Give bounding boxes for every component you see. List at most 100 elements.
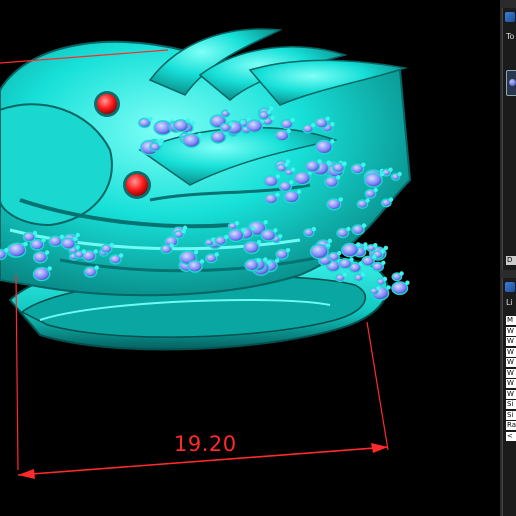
layer-row[interactable]: W: [506, 347, 516, 357]
layer-row[interactable]: W: [506, 337, 516, 346]
gem-stone: [32, 251, 48, 264]
gem-stone: [309, 243, 329, 260]
gem-prong: [59, 234, 65, 239]
gem-prong: [326, 160, 331, 165]
layer-row[interactable]: Si: [506, 400, 516, 409]
layer-row[interactable]: <: [506, 431, 516, 441]
dimension-arrow-right: [371, 443, 388, 453]
gem-prong: [386, 285, 391, 290]
layer-row[interactable]: Ra: [506, 421, 516, 430]
gem-stone: [246, 119, 264, 134]
gem-stone: [293, 171, 311, 186]
layer-panel-title: Li: [506, 298, 513, 307]
gem-prong: [227, 108, 232, 113]
gem-prong: [109, 242, 115, 248]
gem-prong: [296, 189, 302, 194]
gem-prong: [118, 253, 124, 258]
gem-prong: [363, 245, 368, 250]
gem-prong: [263, 257, 268, 262]
gem-prong: [234, 221, 240, 226]
gem-prong: [47, 266, 52, 271]
gem-prong: [169, 243, 174, 248]
gem-prong: [273, 228, 278, 233]
gem-stone: [315, 139, 334, 155]
gem-prong: [397, 171, 402, 177]
ring-model-render: [0, 28, 412, 479]
gem-stone: [7, 242, 27, 258]
gem-prong: [181, 229, 186, 234]
material-sphere-icon: [509, 79, 516, 86]
gem-stone: [274, 129, 290, 142]
gem-prong: [285, 248, 291, 253]
layer-row[interactable]: W: [506, 358, 516, 367]
gem-prong: [290, 117, 295, 123]
gem-prong: [373, 243, 378, 248]
gem-prong: [250, 226, 256, 231]
gem-prong: [361, 223, 367, 228]
gem-prong: [41, 237, 46, 243]
gem-prong: [317, 159, 322, 164]
gem-stone: [391, 281, 409, 296]
gem-stone: [341, 242, 359, 258]
gem-prong: [278, 234, 283, 239]
gem-prong: [405, 280, 410, 285]
gem-stone: [172, 119, 190, 133]
layer-row[interactable]: W: [506, 389, 516, 399]
gem-prong: [342, 272, 347, 277]
gem-stone: [260, 228, 277, 242]
tool-panel[interactable]: To D: [502, 8, 516, 270]
gem-stone: [363, 172, 383, 188]
panel-app-icon: [505, 12, 515, 22]
gem-prong: [256, 239, 262, 245]
gem-prong: [81, 249, 87, 254]
gem-prong: [356, 242, 361, 247]
gem-prong: [186, 118, 191, 123]
gem-prong: [290, 167, 296, 172]
gem-prong: [94, 265, 99, 270]
gem-prong: [158, 141, 163, 146]
layer-row[interactable]: Si: [506, 410, 516, 420]
layer-row[interactable]: W: [506, 368, 516, 378]
gem-prong: [75, 232, 81, 238]
gem-prong: [4, 247, 9, 253]
gem-prong: [275, 174, 281, 179]
gem-prong: [349, 257, 354, 262]
gem-stone: [324, 175, 339, 189]
gem-stone: [283, 190, 300, 204]
gem-prong: [32, 230, 38, 236]
gem-prong: [372, 254, 377, 260]
material-thumbnail[interactable]: [506, 70, 516, 96]
gem-prong: [241, 227, 246, 233]
gem-stone: [263, 174, 279, 188]
gem-prong: [373, 187, 378, 193]
tool-panel-title: To: [506, 32, 515, 41]
gem-stone: [182, 133, 201, 148]
gem-prong: [224, 234, 229, 240]
gem-prong: [346, 226, 351, 232]
gem-prong: [330, 139, 335, 144]
3d-viewport[interactable]: 19.20: [0, 0, 500, 516]
gem-prong: [286, 128, 291, 134]
gem-prong: [194, 249, 199, 255]
gem-stone: [304, 159, 321, 173]
gem-stone: [326, 198, 342, 211]
gem-prong: [240, 119, 245, 125]
gem-prong: [379, 171, 385, 177]
gem-prong: [399, 271, 404, 276]
gem-prong: [197, 132, 202, 138]
layer-row[interactable]: W: [506, 326, 516, 336]
gem-prong: [75, 245, 80, 250]
layer-row[interactable]: W: [506, 379, 516, 388]
extension-line-right: [366, 321, 389, 451]
side-panel-strip: To D Li M W W W W W W W Si Si Ra <: [500, 0, 516, 516]
gem-prong: [380, 249, 385, 254]
gem-prong: [148, 116, 153, 122]
gem-prong: [199, 259, 205, 264]
dragon-eye-upper: [97, 94, 117, 114]
layer-panel[interactable]: Li M W W W W W W W Si Si Ra <: [502, 278, 516, 516]
tool-panel-button[interactable]: D: [506, 256, 516, 265]
layer-row[interactable]: M: [506, 316, 516, 325]
gem-prong: [376, 286, 381, 291]
gem-prong: [325, 243, 331, 248]
panel-app-icon: [505, 282, 515, 292]
